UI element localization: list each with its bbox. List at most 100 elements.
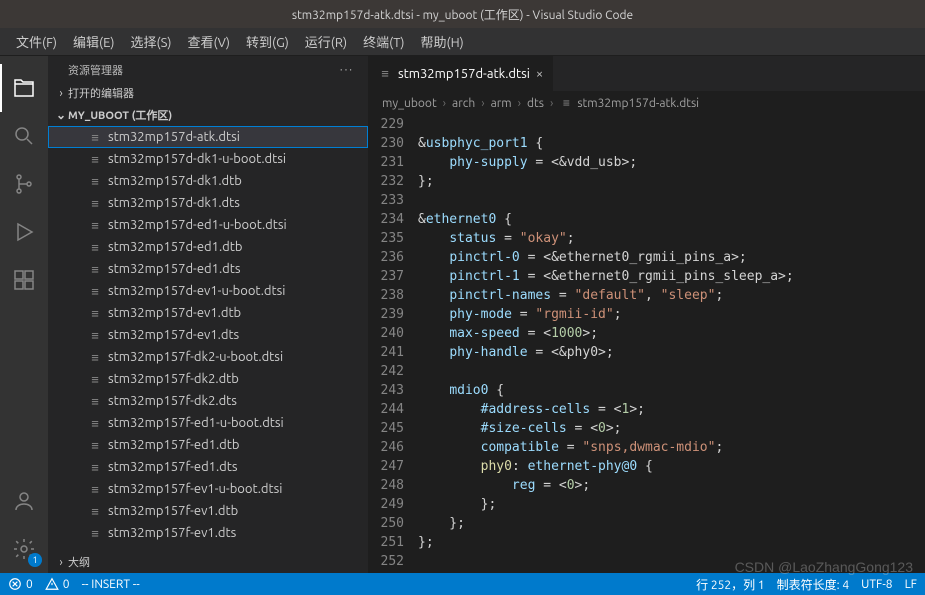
search-icon[interactable] xyxy=(0,112,48,160)
file-item[interactable]: ≡ stm32mp157d-ev1.dtb xyxy=(48,302,368,324)
menu-item[interactable]: 终端(T) xyxy=(355,28,412,55)
file-item[interactable]: ≡ stm32mp157d-ed1.dts xyxy=(48,258,368,280)
chevron-right-icon: › xyxy=(54,556,68,569)
close-icon[interactable]: × xyxy=(536,67,543,81)
file-icon: ≡ xyxy=(88,196,102,211)
file-name: stm32mp157d-ev1.dts xyxy=(108,328,239,342)
eol[interactable]: LF xyxy=(905,576,917,593)
file-icon: ≡ xyxy=(88,306,102,321)
file-item[interactable]: ≡ stm32mp157f-ev1.dts xyxy=(48,522,368,544)
encoding[interactable]: UTF-8 xyxy=(861,576,892,593)
file-icon: ≡ xyxy=(88,174,102,189)
open-editors-section[interactable]: › 打开的编辑器 xyxy=(48,82,368,104)
workspace-label: MY_UBOOT (工作区) xyxy=(68,107,172,123)
breadcrumb-part[interactable]: my_uboot xyxy=(382,97,437,110)
file-item[interactable]: ≡ stm32mp157d-dk1.dts xyxy=(48,192,368,214)
breadcrumb-part[interactable]: dts xyxy=(527,97,544,110)
breadcrumb-part[interactable]: arch xyxy=(452,97,475,110)
file-item[interactable]: ≡ stm32mp157d-dk1.dtb xyxy=(48,170,368,192)
file-icon: ≡ xyxy=(88,240,102,255)
run-debug-icon[interactable] xyxy=(0,208,48,256)
file-icon: ≡ xyxy=(88,526,102,541)
file-item[interactable]: ≡ stm32mp157d-ev1.dts xyxy=(48,324,368,346)
indent[interactable]: 制表符长度: 4 xyxy=(777,576,849,593)
file-icon: ≡ xyxy=(88,152,102,167)
chevron-right-icon: › xyxy=(479,97,486,110)
breadcrumb-part[interactable]: stm32mp157d-atk.dtsi xyxy=(577,97,699,110)
outline-section[interactable]: › 大纲 xyxy=(48,551,368,573)
breadcrumbs[interactable]: my_uboot›arch›arm›dts›≡stm32mp157d-atk.d… xyxy=(368,91,925,115)
file-icon: ≡ xyxy=(88,438,102,453)
file-item[interactable]: ≡ stm32mp157d-ed1-u-boot.dtsi xyxy=(48,214,368,236)
chevron-right-icon: › xyxy=(54,87,68,100)
cursor-position[interactable]: 行 252，列 1 xyxy=(696,576,765,593)
file-name: stm32mp157f-ev1.dts xyxy=(108,526,236,540)
file-item[interactable]: ≡stm32mp157f-dk2.dtb xyxy=(48,368,368,390)
file-icon: ≡ xyxy=(88,416,102,431)
window-title: stm32mp157d-atk.dtsi - my_uboot (工作区) - … xyxy=(292,6,633,23)
file-item[interactable]: ≡stm32mp157d-dk1-u-boot.dtsi xyxy=(48,148,368,170)
file-name: stm32mp157d-ed1-u-boot.dtsi xyxy=(108,218,287,232)
menu-item[interactable]: 查看(V) xyxy=(180,28,238,55)
file-name: stm32mp157f-ev1.dtb xyxy=(108,504,238,518)
editor-tabs: ≡ stm32mp157d-atk.dtsi × xyxy=(368,56,925,91)
settings-gear-icon[interactable]: 1 xyxy=(0,525,48,573)
file-name: stm32mp157f-dk2-u-boot.dtsi xyxy=(108,350,283,364)
accounts-icon[interactable] xyxy=(0,477,48,525)
problems-warnings[interactable]: 0 xyxy=(45,577,70,591)
explorer-title-row: 资源管理器 ··· xyxy=(48,56,368,82)
breadcrumb-part[interactable]: arm xyxy=(491,97,512,110)
settings-badge: 1 xyxy=(28,553,42,567)
chevron-down-icon: ⌄ xyxy=(54,108,68,122)
file-item[interactable]: ≡ stm32mp157f-ev1.dtb xyxy=(48,500,368,522)
file-item[interactable]: ≡ stm32mp157f-ed1-u-boot.dtsi xyxy=(48,412,368,434)
file-icon: ≡ xyxy=(88,372,102,387)
file-item[interactable]: ≡ stm32mp157d-ed1.dtb xyxy=(48,236,368,258)
source-control-icon[interactable] xyxy=(0,160,48,208)
file-item[interactable]: ≡ stm32mp157d-ev1-u-boot.dtsi xyxy=(48,280,368,302)
file-name: stm32mp157d-ed1.dts xyxy=(108,262,240,276)
problems-errors[interactable]: 0 xyxy=(8,577,33,591)
file-icon: ≡ xyxy=(88,284,102,299)
extensions-icon[interactable] xyxy=(0,256,48,304)
chevron-right-icon: › xyxy=(516,97,523,110)
activity-bar: 1 xyxy=(0,56,48,573)
menu-item[interactable]: 选择(S) xyxy=(123,28,180,55)
file-item[interactable]: ≡stm32mp157f-ed1.dts xyxy=(48,456,368,478)
code-editor[interactable]: 229 230 231 232 233 234 235 236 237 238 … xyxy=(368,115,925,573)
menu-item[interactable]: 转到(G) xyxy=(238,28,297,55)
menu-item[interactable]: 文件(F) xyxy=(8,28,65,55)
file-icon: ≡ xyxy=(88,328,102,343)
line-numbers: 229 230 231 232 233 234 235 236 237 238 … xyxy=(368,115,418,573)
file-icon: ≡ xyxy=(88,218,102,233)
file-name: stm32mp157d-dk1.dts xyxy=(108,196,240,210)
more-icon[interactable]: ··· xyxy=(340,64,354,76)
chevron-right-icon: › xyxy=(548,97,555,110)
explorer-icon[interactable] xyxy=(0,64,48,112)
open-editors-label: 打开的编辑器 xyxy=(68,85,134,101)
file-name: stm32mp157f-dk2.dts xyxy=(108,394,237,408)
file-icon: ≡ xyxy=(88,504,102,519)
file-name: stm32mp157f-ed1-u-boot.dtsi xyxy=(108,416,284,430)
file-item[interactable]: ≡ stm32mp157f-dk2.dts xyxy=(48,390,368,412)
menu-item[interactable]: 运行(R) xyxy=(297,28,355,55)
file-name: stm32mp157d-ev1.dtb xyxy=(108,306,241,320)
file-name: stm32mp157d-ed1.dtb xyxy=(108,240,242,254)
code-content[interactable]: &usbphyc_port1 { phy-supply = <&vdd_usb>… xyxy=(418,115,925,573)
file-name: stm32mp157d-ev1-u-boot.dtsi xyxy=(108,284,285,298)
file-item[interactable]: ≡stm32mp157d-atk.dtsi xyxy=(48,126,368,148)
tab-active[interactable]: ≡ stm32mp157d-atk.dtsi × xyxy=(368,56,554,91)
menu-item[interactable]: 帮助(H) xyxy=(413,28,472,55)
status-bar: 0 0 -- INSERT -- 行 252，列 1 制表符长度: 4 UTF-… xyxy=(0,573,925,595)
file-name: stm32mp157d-dk1.dtb xyxy=(108,174,242,188)
file-icon: ≡ xyxy=(559,96,573,110)
file-item[interactable]: ≡stm32mp157f-dk2-u-boot.dtsi xyxy=(48,346,368,368)
file-item[interactable]: ≡stm32mp157f-ev1-u-boot.dtsi xyxy=(48,478,368,500)
explorer-sidebar: 资源管理器 ··· › 打开的编辑器 ⌄ MY_UBOOT (工作区) ≡stm… xyxy=(48,56,368,573)
file-icon: ≡ xyxy=(88,394,102,409)
file-item[interactable]: ≡stm32mp157f-ed1.dtb xyxy=(48,434,368,456)
window-titlebar: stm32mp157d-atk.dtsi - my_uboot (工作区) - … xyxy=(0,0,925,28)
workspace-section[interactable]: ⌄ MY_UBOOT (工作区) xyxy=(48,104,368,126)
file-icon: ≡ xyxy=(88,262,102,277)
menu-item[interactable]: 编辑(E) xyxy=(65,28,122,55)
